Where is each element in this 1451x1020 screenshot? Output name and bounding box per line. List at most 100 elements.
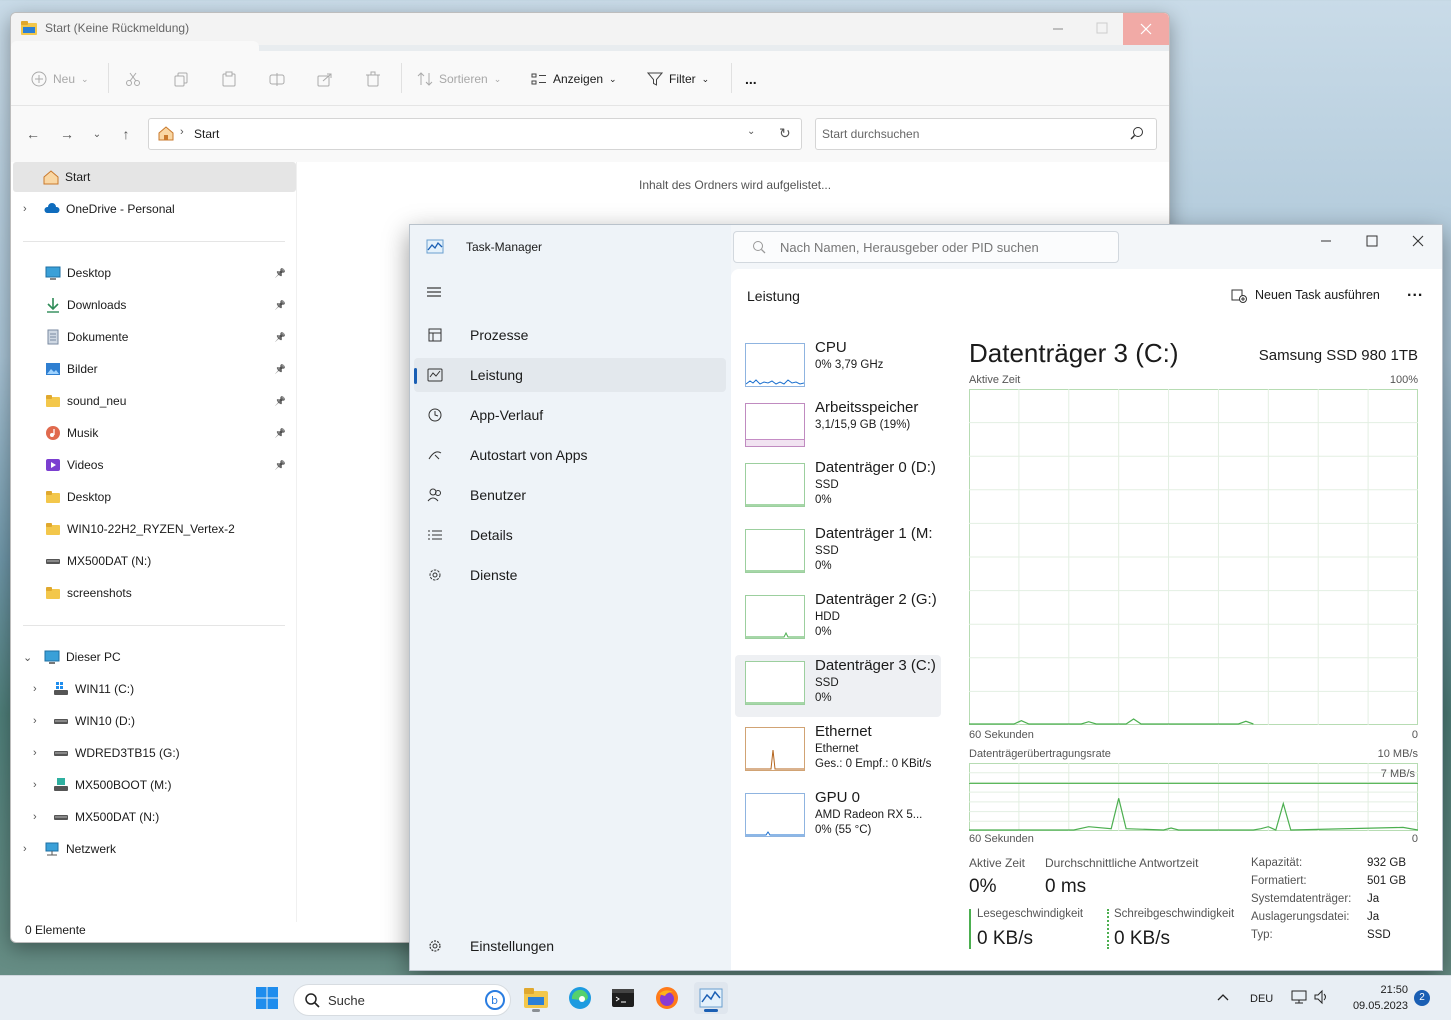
cut-button[interactable] (125, 69, 141, 89)
nav-item-quick-access[interactable]: Desktop (11, 482, 294, 512)
nav-item-startup[interactable]: Autostart von Apps (414, 438, 726, 472)
pictures-icon (45, 361, 61, 377)
chevron-right-icon[interactable]: › (33, 811, 37, 823)
paste-button[interactable] (221, 69, 237, 89)
chevron-right-icon[interactable]: › (33, 747, 37, 759)
taskbar-terminal[interactable] (606, 982, 640, 1014)
clock-time[interactable]: 21:50 (1344, 984, 1408, 996)
close-button[interactable] (1408, 231, 1428, 251)
taskbar-firefox[interactable] (650, 982, 684, 1014)
start-button[interactable] (250, 982, 284, 1014)
address-history-chevron-icon[interactable]: ⌄ (747, 126, 755, 137)
nav-item-drive[interactable]: › WIN11 (C:) (11, 674, 294, 704)
perf-item[interactable]: GPU 0 AMD Radeon RX 5... 0% (55 °C) (735, 787, 941, 849)
chevron-right-icon[interactable]: › (23, 843, 27, 855)
pin-icon[interactable]: 📌 (275, 396, 286, 407)
chevron-right-icon[interactable]: › (23, 203, 27, 215)
nav-item-quick-access[interactable]: Dokumente 📌 (11, 322, 294, 352)
minimize-button[interactable] (1051, 21, 1065, 35)
pin-icon[interactable]: 📌 (275, 460, 286, 471)
perf-item[interactable]: Datenträger 1 (M: SSD 0% (735, 523, 941, 585)
process-search-input[interactable]: Nach Namen, Herausgeber oder PID suchen (733, 231, 1119, 263)
nav-item-start[interactable]: Start (13, 162, 296, 192)
nav-item-drive[interactable]: › MX500BOOT (M:) (11, 770, 294, 800)
notification-badge[interactable]: 2 (1414, 990, 1430, 1006)
chevron-right-icon[interactable]: › (33, 683, 37, 695)
run-new-task-button[interactable]: Neuen Task ausführen (1231, 287, 1380, 303)
perf-item[interactable]: Arbeitsspeicher 3,1/15,9 GB (19%) (735, 397, 941, 459)
nav-item-services[interactable]: Dienste (414, 558, 726, 592)
rename-button[interactable] (269, 69, 285, 89)
address-box[interactable]: › Start ⌄ ↻ (148, 118, 802, 150)
nav-item-quick-access[interactable]: MX500DAT (N:) (11, 546, 294, 576)
pin-icon[interactable]: 📌 (275, 268, 286, 279)
bing-icon[interactable]: b (484, 989, 506, 1011)
perf-item[interactable]: Ethernet Ethernet Ges.: 0 Empf.: 0 KBit/s (735, 721, 941, 783)
nav-label: WIN10 (D:) (75, 714, 135, 728)
minimize-button[interactable] (1316, 233, 1336, 249)
forward-arrow-icon[interactable]: → (57, 124, 77, 144)
close-button[interactable] (1123, 13, 1169, 45)
language-indicator[interactable]: DEU (1250, 993, 1273, 1005)
nav-item-network[interactable]: › Netzwerk (11, 834, 294, 864)
nav-item-onedrive[interactable]: › OneDrive - Personal (11, 194, 294, 224)
chevron-right-icon[interactable]: › (33, 715, 37, 727)
nav-item-quick-access[interactable]: Desktop 📌 (11, 258, 294, 288)
maximize-button[interactable] (1362, 231, 1382, 251)
perf-item[interactable]: Datenträger 3 (C:) SSD 0% (735, 655, 941, 717)
nav-item-users[interactable]: Benutzer (414, 478, 726, 512)
share-button[interactable] (317, 69, 333, 89)
taskbar-edge[interactable] (563, 982, 597, 1014)
sort-button[interactable]: Sortieren ⌄ (417, 69, 501, 89)
nav-item-quick-access[interactable]: sound_neu 📌 (11, 386, 294, 416)
speaker-icon[interactable] (1313, 989, 1331, 1005)
pane-splitter[interactable] (296, 162, 297, 922)
breadcrumb-start[interactable]: Start (194, 127, 219, 141)
nav-item-history[interactable]: App-Verlauf (414, 398, 726, 432)
taskbar-search[interactable]: Suche b (293, 984, 511, 1016)
copy-button[interactable] (173, 69, 189, 89)
pin-icon[interactable]: 📌 (275, 300, 286, 311)
pin-icon[interactable]: 📌 (275, 364, 286, 375)
recent-chevron-icon[interactable]: ⌄ (87, 124, 107, 144)
nav-item-performance[interactable]: Leistung (414, 358, 726, 392)
more-options-button[interactable]: ... (1407, 283, 1423, 301)
perf-item[interactable]: Datenträger 0 (D:) SSD 0% (735, 457, 941, 519)
nav-item-quick-access[interactable]: Videos 📌 (11, 450, 294, 480)
nav-item-quick-access[interactable]: screenshots (11, 578, 294, 608)
taskbar-task-manager[interactable] (694, 982, 728, 1014)
up-arrow-icon[interactable]: ↑ (116, 124, 136, 144)
perf-item[interactable]: Datenträger 2 (G:) HDD 0% (735, 589, 941, 651)
clock-date[interactable]: 09.05.2023 (1340, 1000, 1408, 1012)
search-input[interactable]: Start durchsuchen (815, 118, 1157, 150)
chevron-right-icon[interactable]: › (33, 779, 37, 791)
hamburger-menu-icon[interactable] (426, 285, 442, 299)
pin-icon[interactable]: 📌 (275, 428, 286, 439)
view-button[interactable]: Anzeigen ⌄ (531, 69, 617, 89)
chevron-up-icon[interactable] (1216, 990, 1230, 1004)
nav-item-details[interactable]: Details (414, 518, 726, 552)
nav-item-drive[interactable]: › WDRED3TB15 (G:) (11, 738, 294, 768)
back-arrow-icon[interactable]: ← (23, 124, 43, 144)
network-icon[interactable] (1290, 989, 1308, 1005)
refresh-icon[interactable]: ↻ (779, 125, 791, 142)
chevron-down-icon[interactable]: ⌄ (23, 651, 32, 664)
settings-button[interactable]: Einstellungen (414, 929, 726, 963)
nav-item-quick-access[interactable]: WIN10-22H2_RYZEN_Vertex-2 (11, 514, 294, 544)
delete-button[interactable] (365, 69, 381, 89)
nav-item-quick-access[interactable]: Downloads 📌 (11, 290, 294, 320)
maximize-button[interactable] (1095, 21, 1109, 35)
taskbar-file-explorer[interactable] (519, 982, 553, 1014)
new-button[interactable]: Neu ⌄ (31, 69, 89, 89)
pin-icon[interactable]: 📌 (275, 332, 286, 343)
nav-item-quick-access[interactable]: Bilder 📌 (11, 354, 294, 384)
more-options-button[interactable]: ... (745, 69, 757, 89)
perf-item[interactable]: CPU 0% 3,79 GHz (735, 337, 941, 399)
active-tab[interactable] (11, 41, 259, 51)
nav-item-processes[interactable]: Prozesse (414, 318, 726, 352)
nav-item-this-pc[interactable]: ⌄ Dieser PC (11, 642, 294, 672)
nav-item-quick-access[interactable]: Musik 📌 (11, 418, 294, 448)
filter-button[interactable]: Filter ⌄ (647, 69, 709, 89)
nav-item-drive[interactable]: › MX500DAT (N:) (11, 802, 294, 832)
nav-item-drive[interactable]: › WIN10 (D:) (11, 706, 294, 736)
